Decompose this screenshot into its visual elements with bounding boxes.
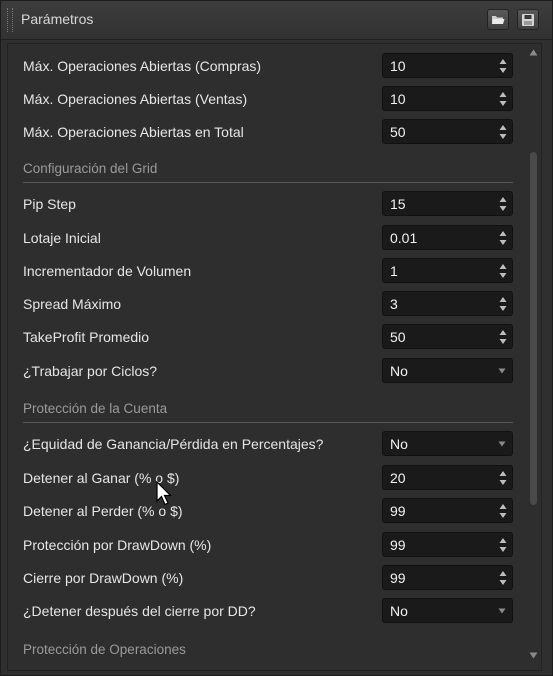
section-divider [23,422,513,423]
param-label: Protección por DrawDown (%) [23,537,212,553]
vertical-scrollbar[interactable] [526,44,541,670]
window-title: Parámetros [21,11,94,27]
spin-arrows-icon[interactable] [499,58,507,74]
param-label: Máx. Operaciones Abiertas (Compras) [23,58,262,74]
spin-arrows-icon[interactable] [499,296,507,312]
scrollbar-thumb[interactable] [530,152,537,505]
section-header-grid: Configuración del Grid [23,161,158,176]
param-value: 3 [390,296,398,312]
dropdown-arrow-icon[interactable] [498,441,506,447]
param-value: 10 [390,58,406,74]
param-value: No [390,603,408,619]
param-row-stop-after-dd: ¿Detener después del cierre por DD? No [8,595,520,628]
spin-arrows-icon[interactable] [499,503,507,519]
param-select[interactable]: No [382,598,513,623]
spin-arrows-icon[interactable] [499,537,507,553]
param-select[interactable]: No [382,431,513,456]
dropdown-arrow-icon[interactable] [498,368,506,374]
param-row-equity-percent: ¿Equidad de Ganancia/Pérdida en Percenta… [8,428,520,461]
param-value: 20 [390,470,406,486]
param-spinbox[interactable]: 3 [382,291,513,316]
param-row-pip-step: Pip Step 15 [8,188,520,221]
param-spinbox[interactable]: 50 [382,119,513,144]
save-icon [522,14,534,26]
param-value: 99 [390,537,406,553]
param-label: Cierre por DrawDown (%) [23,570,184,586]
param-label: ¿Equidad de Ganancia/Pérdida en Percenta… [23,436,324,452]
param-spinbox[interactable]: 99 [382,565,513,590]
spin-arrows-icon[interactable] [499,570,507,586]
spin-arrows-icon[interactable] [499,263,507,279]
param-label: TakeProfit Promedio [23,329,150,345]
scroll-down-icon[interactable] [529,652,538,659]
param-row-work-cycles: ¿Trabajar por Ciclos? No [8,355,520,388]
param-value: 15 [390,196,406,212]
open-button[interactable] [487,9,509,30]
param-row-max-buys: Máx. Operaciones Abiertas (Compras) 10 [8,50,520,83]
param-value: No [390,363,408,379]
section-header-operations: Protección de Operaciones [23,642,186,657]
param-spinbox[interactable]: 15 [382,191,513,216]
parameters-window: Parámetros Máx. Operaciones Abiertas (Co… [0,0,553,676]
param-value: 99 [390,503,406,519]
parameters-panel: Máx. Operaciones Abiertas (Compras) 10 M… [7,43,542,671]
param-label: ¿Trabajar por Ciclos? [23,363,158,379]
param-value: 50 [390,124,406,140]
param-value: 1 [390,263,398,279]
param-row-max-sells: Máx. Operaciones Abiertas (Ventas) 10 [8,83,520,116]
param-label: Pip Step [23,196,76,212]
dropdown-arrow-icon[interactable] [498,608,506,614]
save-button[interactable] [517,9,539,30]
folder-open-icon [492,16,505,24]
param-value: No [390,436,408,452]
param-spinbox[interactable]: 99 [382,498,513,523]
spin-arrows-icon[interactable] [499,91,507,107]
param-value: 50 [390,329,406,345]
param-row-stop-loss: Detener al Perder (% o $) 99 [8,495,520,528]
param-value: 99 [390,570,406,586]
param-value: 0.01 [390,230,418,246]
param-row-drawdown-protection: Protección por DrawDown (%) 99 [8,529,520,562]
section-header-account: Protección de la Cuenta [23,401,168,416]
param-label: Spread Máximo [23,296,122,312]
drag-handle[interactable] [7,8,13,32]
param-row-max-spread: Spread Máximo 3 [8,288,520,321]
param-label: ¿Detener después del cierre por DD? [23,603,256,619]
param-spinbox[interactable]: 50 [382,324,513,349]
param-spinbox[interactable]: 20 [382,465,513,490]
param-row-volume-increment: Incrementador de Volumen 1 [8,255,520,288]
spin-arrows-icon[interactable] [499,124,507,140]
param-spinbox[interactable]: 99 [382,532,513,557]
spin-arrows-icon[interactable] [499,196,507,212]
param-row-initial-lot: Lotaje Inicial 0.01 [8,222,520,255]
spin-arrows-icon[interactable] [499,329,507,345]
param-row-stop-win: Detener al Ganar (% o $) 20 [8,462,520,495]
param-spinbox[interactable]: 10 [382,86,513,111]
param-spinbox[interactable]: 1 [382,258,513,283]
param-row-takeprofit: TakeProfit Promedio 50 [8,321,520,354]
param-value: 10 [390,91,406,107]
param-label: Máx. Operaciones Abiertas (Ventas) [23,91,248,107]
mouse-pointer-icon [156,481,172,506]
section-divider [23,182,513,183]
param-row-max-total: Máx. Operaciones Abiertas en Total 50 [8,116,520,149]
param-select[interactable]: No [382,358,513,383]
title-bar[interactable]: Parámetros [1,1,552,40]
scroll-up-icon[interactable] [529,49,538,56]
param-spinbox[interactable]: 0.01 [382,225,513,250]
spin-arrows-icon[interactable] [499,470,507,486]
spin-arrows-icon[interactable] [499,230,507,246]
param-label: Incrementador de Volumen [23,263,192,279]
param-label: Lotaje Inicial [23,230,101,246]
param-label: Máx. Operaciones Abiertas en Total [23,124,244,140]
param-row-drawdown-close: Cierre por DrawDown (%) 99 [8,562,520,595]
param-spinbox[interactable]: 10 [382,53,513,78]
